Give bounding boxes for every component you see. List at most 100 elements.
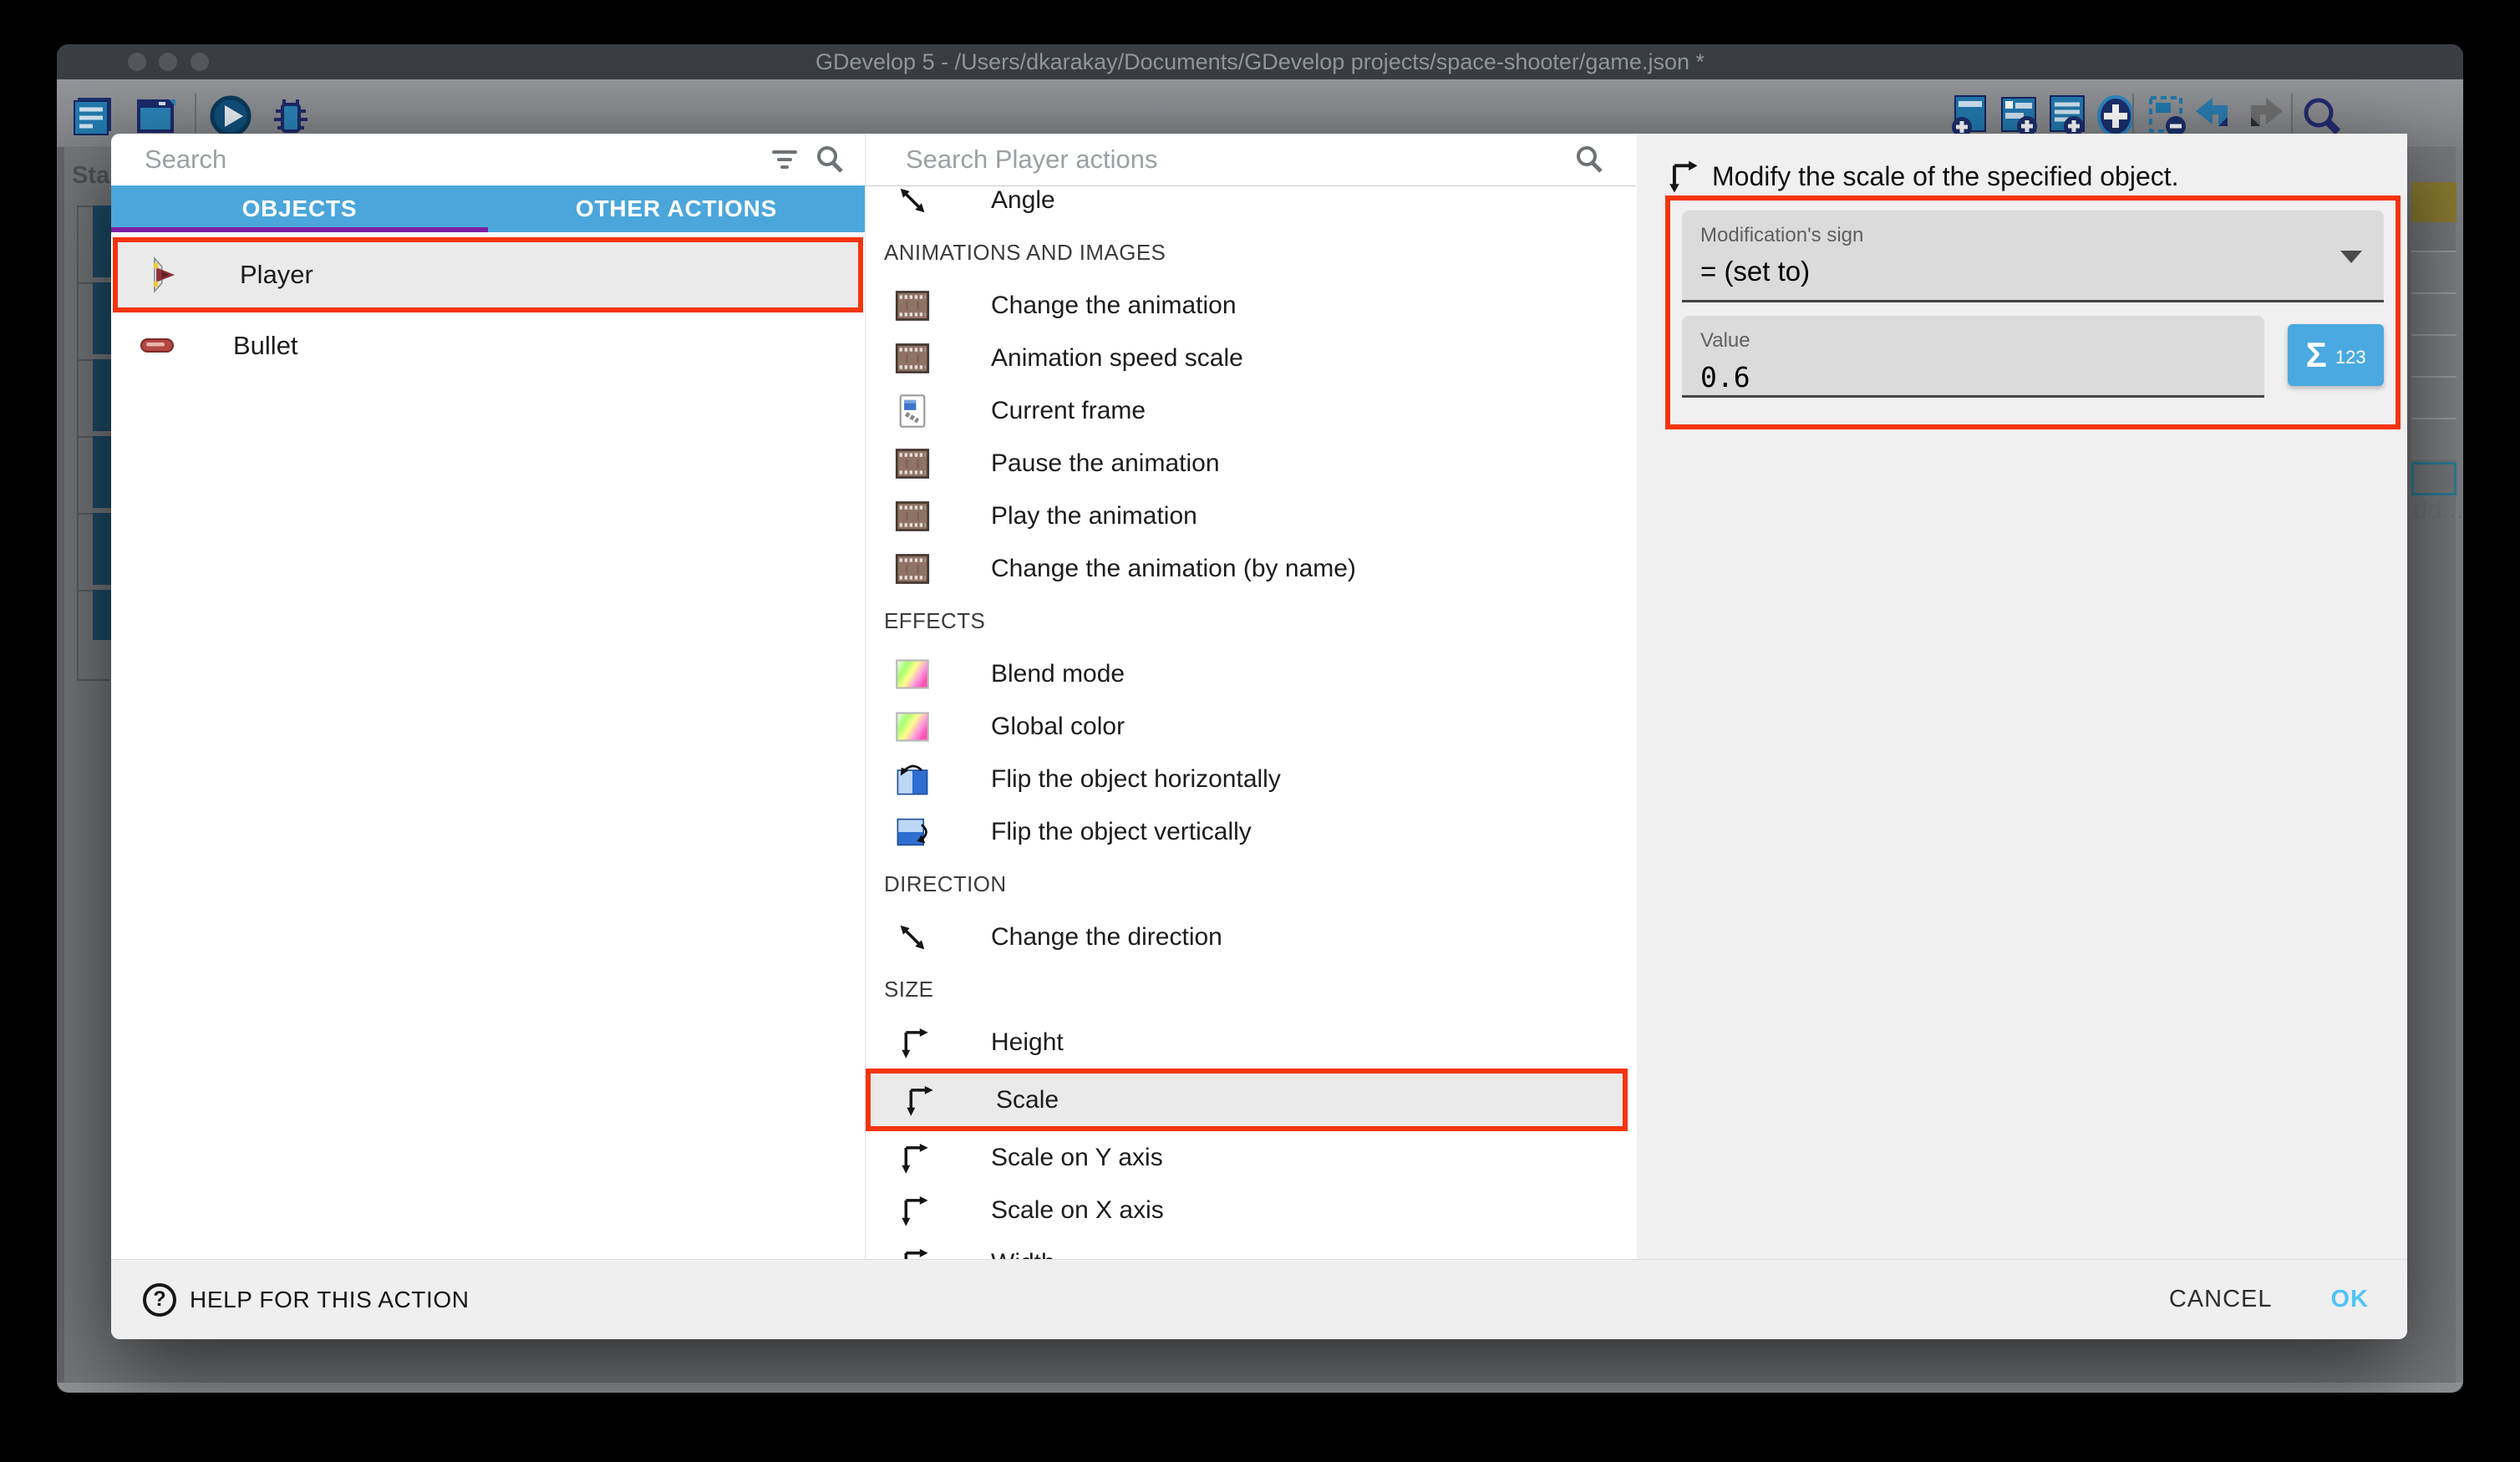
parameters-panel: Modify the scale of the specified object… (1637, 134, 2407, 1259)
object-search-placeholder: Search (145, 145, 768, 175)
action-label: Play the animation (991, 502, 1197, 530)
action-row-scale[interactable]: Scale (871, 1074, 1623, 1126)
tab-objects[interactable]: OBJECTS (111, 185, 488, 232)
action-row-global-color[interactable]: Global color (866, 700, 1636, 753)
scene-tab-label: Sta (72, 162, 109, 190)
object-tabs: OBJECTSOTHER ACTIONS (111, 185, 865, 232)
flip-h-icon (894, 761, 931, 798)
scale-icon (899, 1082, 936, 1119)
section-header-effects: EFFECTS (866, 595, 1636, 647)
event-bracket-line (77, 282, 93, 284)
object-label: Player (240, 260, 313, 290)
window-right-edge (2456, 147, 2463, 1383)
action-list: Angle ANIMATIONS AND IMAGES Change the ani… (866, 185, 1636, 1259)
action-row-flip-the-object-horizontally[interactable]: Flip the object horizontally (866, 753, 1636, 805)
action-row-current-frame[interactable]: Current frame (866, 384, 1636, 437)
film-icon (894, 340, 931, 377)
film-icon (894, 445, 931, 482)
value-input[interactable]: Value 0.6 (1682, 316, 2264, 398)
frame-icon (894, 393, 931, 429)
player-ship-icon (146, 256, 183, 293)
help-icon: ? (143, 1283, 176, 1317)
toolbar-separator (2291, 94, 2293, 137)
action-label: Blend mode (991, 660, 1125, 688)
search-icon[interactable] (813, 143, 846, 176)
action-label: Scale on Y axis (991, 1144, 1163, 1172)
help-button[interactable]: ? HELP FOR THIS ACTION (143, 1283, 2169, 1317)
event-action-row (2411, 376, 2456, 418)
section-header-direction: DIRECTION (866, 858, 1636, 911)
toolbar-separator (2132, 94, 2134, 137)
action-search-field[interactable]: Search Player actions (866, 134, 1636, 186)
bullet-icon (140, 336, 176, 356)
action-row-change-the-animation[interactable]: Change the animation (866, 279, 1636, 332)
dialog-footer: ? HELP FOR THIS ACTION CANCEL OK (111, 1259, 2407, 1339)
action-label: Global color (991, 713, 1125, 741)
titlebar: GDevelop 5 - /Users/dkarakay/Documents/G… (57, 44, 2463, 79)
event-bracket-line (77, 206, 93, 207)
event-bracket-line (77, 359, 93, 361)
event-block (93, 359, 113, 431)
action-row-flip-the-object-vertically[interactable]: Flip the object vertically (866, 805, 1636, 858)
object-row-player[interactable]: Player (118, 242, 858, 307)
action-row-change-the-animation-by-name[interactable]: Change the animation (by name) (866, 542, 1636, 595)
action-row-pause-the-animation[interactable]: Pause the animation (866, 437, 1636, 490)
angle-icon (894, 919, 931, 956)
tab-other-actions[interactable]: OTHER ACTIONS (488, 185, 865, 232)
film-icon (894, 287, 931, 324)
modification-sign-select[interactable]: Modification's sign = (set to) (1682, 211, 2384, 302)
action-row-animation-speed-scale[interactable]: Animation speed scale (866, 332, 1636, 384)
action-search-placeholder: Search Player actions (906, 145, 1572, 175)
ok-button[interactable]: OK (2331, 1286, 2370, 1313)
action-label: Change the animation (991, 292, 1237, 320)
action-label: Change the direction (991, 923, 1222, 952)
object-list: Player Bullet (111, 232, 865, 1259)
value-text: 0.6 (1700, 361, 2246, 393)
action-row-angle[interactable]: Angle (866, 185, 1636, 226)
event-comment-block (2411, 182, 2456, 222)
cancel-button[interactable]: CANCEL (2169, 1286, 2273, 1313)
action-row-change-the-direction[interactable]: Change the direction (866, 911, 1636, 963)
filter-icon[interactable] (768, 143, 801, 176)
action-label: Angle (991, 186, 1055, 215)
annotation-parameters: Modification's sign = (set to) Value 0.6… (1665, 195, 2401, 429)
expression-button-label: 123 (2335, 347, 2366, 368)
action-label: Pause the animation (991, 449, 1220, 478)
expression-editor-button[interactable]: Σ 123 (2288, 324, 2384, 386)
action-label: Width (991, 1249, 1055, 1260)
film-icon (894, 498, 931, 535)
event-bracket-line (77, 436, 93, 438)
object-search-field[interactable]: Search (111, 134, 865, 186)
action-row-scale-on-x-axis[interactable]: Scale on X axis (866, 1184, 1636, 1236)
action-description-text: Modify the scale of the specified object… (1712, 161, 2179, 192)
scale-icon (1662, 157, 1700, 195)
event-block (93, 282, 113, 354)
action-row-scale-on-y-axis[interactable]: Scale on Y axis (866, 1131, 1636, 1184)
object-row-bullet[interactable]: Bullet (111, 319, 865, 373)
action-row-width[interactable]: Width (866, 1236, 1636, 1259)
action-row-play-the-animation[interactable]: Play the animation (866, 490, 1636, 542)
event-bracket-line (77, 590, 93, 591)
action-label: Flip the object horizontally (991, 765, 1281, 794)
event-block (93, 513, 113, 585)
action-label: Scale (996, 1086, 1059, 1114)
action-row-blend-mode[interactable]: Blend mode (866, 647, 1636, 700)
section-header-animations-and-images: ANIMATIONS AND IMAGES (866, 226, 1636, 279)
action-row-height[interactable]: Height (866, 1016, 1636, 1069)
action-label: Height (991, 1028, 1064, 1057)
help-label: HELP FOR THIS ACTION (190, 1287, 470, 1313)
angle-icon (894, 185, 931, 219)
annotation-player: Player (113, 237, 863, 312)
section-header-size: SIZE (866, 963, 1636, 1016)
chevron-down-icon (2340, 251, 2362, 263)
scale-icon (894, 1140, 931, 1176)
action-description: Modify the scale of the specified object… (1662, 157, 2179, 195)
event-action-row (2411, 251, 2456, 292)
scale-icon (894, 1245, 931, 1260)
project-manager-icon[interactable] (69, 90, 116, 142)
action-label: Current frame (991, 397, 1146, 425)
event-bracket-line (77, 513, 93, 515)
rainbow-icon (894, 656, 931, 693)
action-label: Change the animation (by name) (991, 555, 1356, 583)
search-icon[interactable] (1572, 143, 1606, 176)
